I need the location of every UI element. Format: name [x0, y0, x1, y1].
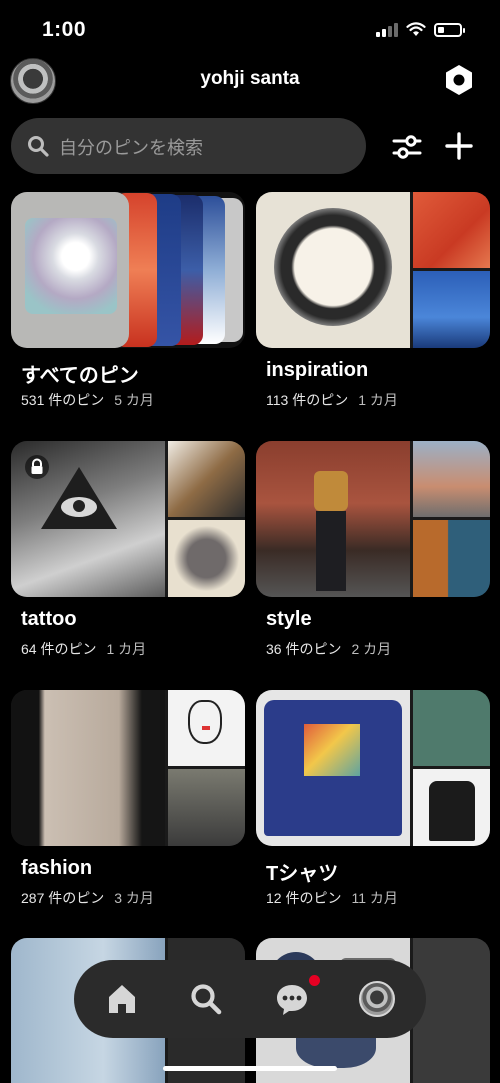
board-title: tattoo	[21, 608, 77, 630]
board-pin-count: 36 件のピン	[266, 641, 342, 657]
board-age: 11 カ月	[351, 890, 398, 906]
board-pin-count: 113 件のピン	[266, 392, 349, 408]
cellular-signal-icon	[376, 22, 398, 37]
board-tattoo[interactable]: tattoo 64 件のピン 1 カ月	[11, 441, 245, 657]
search-icon	[28, 136, 49, 157]
board-title: fashion	[21, 857, 93, 879]
board-pin-count: 531 件のピン	[21, 392, 105, 408]
board-age: 2 カ月	[351, 641, 392, 657]
board-all-pins[interactable]: すべてのピン 531 件のピン 5 カ月	[11, 192, 245, 408]
board-inspiration[interactable]: inspiration 113 件のピン 1 カ月	[256, 192, 490, 408]
board-title: Tシャツ	[266, 863, 339, 885]
notification-badge	[309, 975, 320, 986]
board-title: style	[266, 608, 312, 630]
board-age: 5 カ月	[114, 392, 154, 408]
board-pin-count: 12 件のピン	[266, 890, 342, 906]
board-style[interactable]: style 36 件のピン 2 カ月	[256, 441, 490, 657]
board-cover	[256, 441, 490, 597]
board-title: すべてのピン	[21, 365, 139, 387]
board-fashion[interactable]: fashion 287 件のピン 3 カ月	[11, 690, 245, 906]
board-meta: 287 件のピン 3 カ月	[21, 888, 154, 908]
status-time: 1:00	[42, 18, 87, 41]
plus-icon[interactable]	[444, 131, 474, 161]
board-cover	[256, 690, 490, 846]
messages-icon[interactable]	[274, 981, 310, 1017]
board-meta: 36 件のピン 2 カ月	[266, 639, 391, 659]
lock-icon	[25, 455, 49, 479]
board-cover	[11, 192, 245, 348]
search-icon[interactable]	[188, 981, 224, 1017]
hexagon-settings-icon[interactable]	[444, 64, 474, 96]
board-meta: 531 件のピン 5 カ月	[21, 390, 154, 410]
status-bar: 1:00	[0, 0, 500, 60]
board-meta: 113 件のピン 1 カ月	[266, 390, 398, 410]
board-cover	[11, 441, 245, 597]
board-pin-count: 64 件のピン	[21, 641, 97, 657]
home-indicator	[163, 1066, 337, 1071]
bottom-nav	[74, 960, 426, 1038]
sliders-icon[interactable]	[392, 132, 422, 162]
search-input[interactable]: 自分のピンを検索	[11, 118, 366, 174]
board-meta: 64 件のピン 1 カ月	[21, 639, 146, 659]
board-cover	[256, 192, 490, 348]
board-tshirt[interactable]: Tシャツ 12 件のピン 11 カ月	[256, 690, 490, 906]
board-meta: 12 件のピン 11 カ月	[266, 888, 398, 908]
battery-icon	[434, 22, 465, 37]
status-icons	[376, 22, 465, 37]
board-age: 3 カ月	[114, 890, 154, 906]
wifi-icon	[406, 22, 426, 36]
board-pin-count: 287 件のピン	[21, 890, 105, 906]
board-age: 1 カ月	[106, 641, 147, 657]
board-cover	[11, 690, 245, 846]
board-title: inspiration	[266, 359, 369, 381]
board-age: 1 カ月	[358, 392, 398, 408]
profile-username: yohji santa	[200, 68, 300, 89]
home-icon[interactable]	[104, 981, 140, 1017]
profile-avatar[interactable]	[359, 981, 395, 1017]
search-placeholder: 自分のピンを検索	[59, 138, 203, 158]
